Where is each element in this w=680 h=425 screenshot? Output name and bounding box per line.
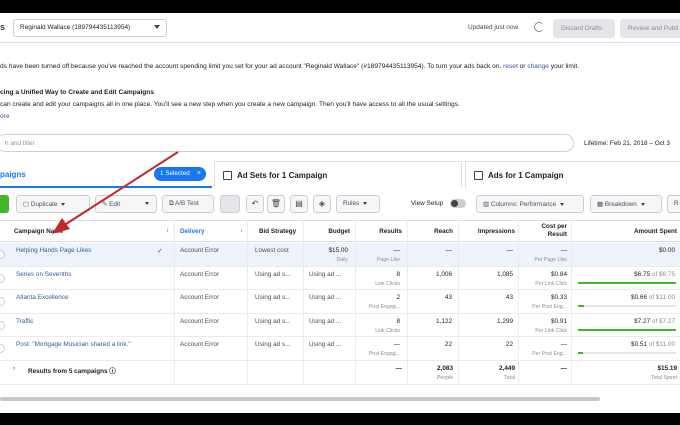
arrow-shaft [65,151,179,225]
annotation-arrow [52,151,179,234]
arrow-head [52,218,70,234]
ads-manager-window: s Reginald Wallace (189794435113954) Upd… [0,13,680,413]
